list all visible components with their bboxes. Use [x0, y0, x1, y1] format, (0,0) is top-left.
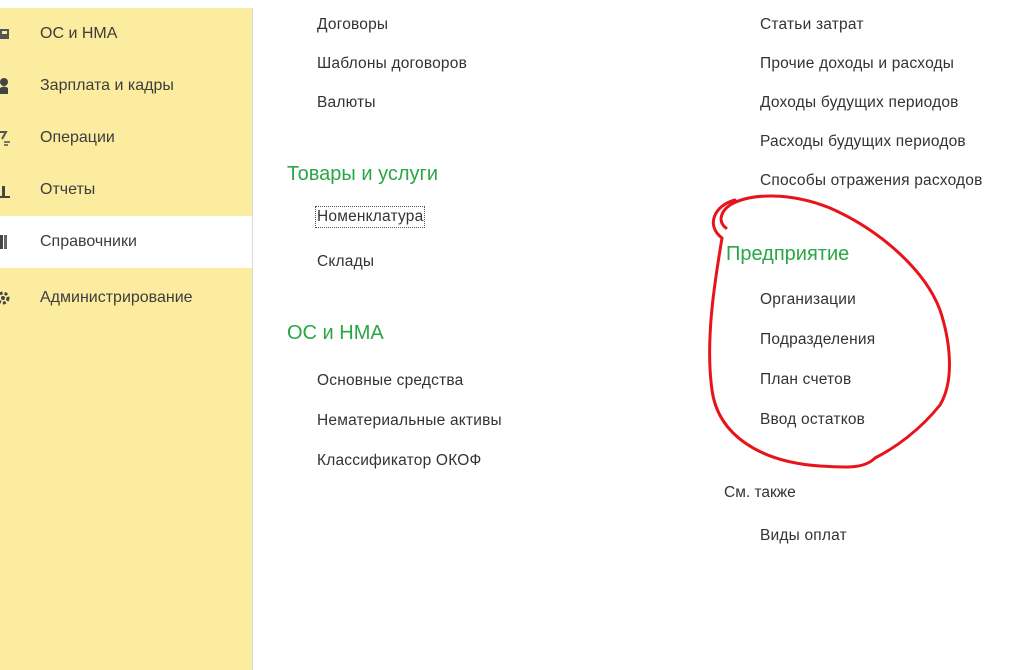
link-fixed-assets[interactable]: Основные средства — [317, 372, 463, 390]
gear-icon — [0, 288, 12, 308]
sidebar-divider — [252, 8, 253, 670]
chart-icon — [0, 180, 12, 200]
sidebar-item-label: Отчеты — [40, 181, 96, 198]
group-title-goods-services: Товары и услуги — [287, 163, 438, 185]
link-organizations[interactable]: Организации — [760, 291, 856, 309]
operations-icon — [0, 128, 12, 148]
sidebar-item-operations[interactable]: Операции — [0, 112, 252, 164]
sidebar-item-label: Справочники — [40, 233, 137, 250]
link-cost-items[interactable]: Статьи затрат — [760, 16, 864, 34]
link-nomenclature[interactable]: Номенклатура — [314, 206, 426, 228]
sidebar-item-reports[interactable]: Отчеты — [0, 164, 252, 216]
link-deferred-expenses[interactable]: Расходы будущих периодов — [760, 133, 966, 151]
sidebar-item-administration[interactable]: Администрирование — [0, 272, 252, 324]
catalog-icon — [0, 232, 12, 252]
sidebar-item-label: Операции — [40, 129, 115, 146]
sidebar-item-label: ОС и НМА — [40, 25, 118, 42]
person-icon — [0, 76, 12, 96]
sidebar-item-salary-hr[interactable]: Зарплата и кадры — [0, 60, 252, 112]
sidebar-item-label: Администрирование — [40, 289, 193, 306]
group-title-enterprise: Предприятие — [726, 243, 850, 265]
link-expense-reflection-methods[interactable]: Способы отражения расходов — [760, 172, 983, 190]
sidebar-item-catalogs[interactable]: Справочники — [0, 216, 252, 268]
link-contract-templates[interactable]: Шаблоны договоров — [317, 55, 467, 73]
link-opening-balances[interactable]: Ввод остатков — [760, 411, 865, 429]
group-title-os-nma: ОС и НМА — [287, 322, 384, 344]
link-warehouses[interactable]: Склады — [317, 253, 374, 271]
link-payment-types[interactable]: Виды оплат — [760, 527, 847, 545]
sidebar: ОС и НМА Зарплата и кадры Операции Отчет… — [0, 8, 252, 670]
sidebar-item-os-nma[interactable]: ОС и НМА — [0, 8, 252, 60]
see-also-title: См. также — [724, 484, 796, 501]
link-intangible-assets[interactable]: Нематериальные активы — [317, 412, 502, 430]
link-contracts[interactable]: Договоры — [317, 16, 388, 34]
asset-icon — [0, 24, 12, 44]
link-deferred-income[interactable]: Доходы будущих периодов — [760, 94, 959, 112]
link-okof-classifier[interactable]: Классификатор ОКОФ — [317, 452, 482, 470]
link-departments[interactable]: Подразделения — [760, 331, 875, 349]
sidebar-item-label: Зарплата и кадры — [40, 77, 174, 94]
link-chart-of-accounts[interactable]: План счетов — [760, 371, 851, 389]
link-currencies[interactable]: Валюты — [317, 94, 376, 112]
link-other-income-expenses[interactable]: Прочие доходы и расходы — [760, 55, 954, 73]
